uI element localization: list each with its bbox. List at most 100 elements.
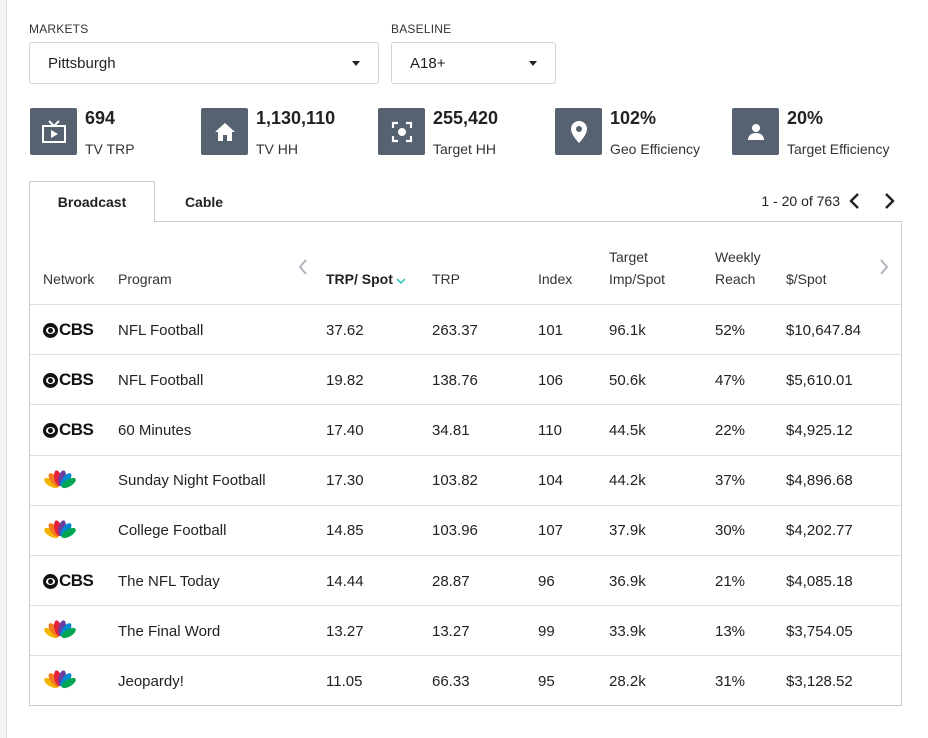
trp-spot-cell: 17.40 [326, 421, 364, 439]
nbc-peacock-logo [44, 520, 76, 538]
network-cell: CBS [43, 405, 94, 455]
column-header-cost-spot[interactable]: $/Spot [786, 268, 826, 290]
cost-spot-cell: $10,647.84 [786, 321, 862, 339]
trp-cell: 138.76 [432, 371, 478, 389]
weekly-reach-cell: 21% [715, 572, 746, 590]
target-imp-line2: Imp/Spot [609, 271, 666, 287]
trp-spot-label: TRP/ Spot [326, 271, 393, 287]
target-imp-cell: 96.1k [609, 321, 646, 339]
cost-spot-cell: $4,925.12 [786, 421, 853, 439]
location-pin-icon [555, 108, 602, 155]
program-cell: The NFL Today [118, 572, 220, 590]
markets-select-value: Pittsburgh [48, 54, 116, 72]
table-row[interactable]: Jeopardy! 11.05 66.33 95 28.2k 31% $3,128.52 [30, 655, 901, 705]
weekly-reach-cell: 52% [715, 321, 746, 339]
scroll-left-icon[interactable] [297, 258, 309, 281]
index-cell: 106 [538, 371, 564, 389]
stat-target-hh: 255,420 Target HH [378, 108, 498, 158]
program-cell: The Final Word [118, 622, 221, 640]
stat-tv-trp: 694 TV TRP [30, 108, 135, 158]
weekly-reach-cell: 47% [715, 371, 746, 389]
network-cell [43, 606, 77, 656]
baseline-select[interactable]: A18+ [391, 42, 556, 84]
network-name: CBS [59, 370, 94, 390]
cbs-logo: CBS [43, 571, 94, 591]
network-cell: CBS [43, 305, 94, 355]
caret-down-icon [529, 61, 537, 66]
trp-spot-cell: 37.62 [326, 321, 364, 339]
markets-select[interactable]: Pittsburgh [29, 42, 379, 84]
cost-spot-cell: $4,085.18 [786, 572, 853, 590]
stat-value: 20% [787, 108, 824, 128]
cbs-eye-icon [43, 372, 58, 388]
scroll-right-icon[interactable] [878, 258, 890, 281]
table-row[interactable]: CBS NFL Football 37.62 263.37 101 96.1k 52% $10… [30, 304, 901, 354]
column-header-index[interactable]: Index [538, 268, 572, 290]
target-imp-cell: 36.9k [609, 572, 646, 590]
markets-label: MARKETS [29, 22, 89, 36]
stat-tv-hh: 1,130,110 TV HH [201, 108, 335, 158]
column-header-trp[interactable]: TRP [432, 268, 460, 290]
target-imp-cell: 50.6k [609, 371, 646, 389]
cbs-logo: CBS [43, 370, 94, 390]
cbs-eye-icon [43, 422, 58, 438]
weekly-reach-cell: 31% [715, 672, 746, 690]
weekly-reach-cell: 22% [715, 421, 746, 439]
index-cell: 96 [538, 572, 555, 590]
column-header-target-imp[interactable]: Target Imp/Spot [609, 246, 665, 290]
nbc-peacock-logo [44, 620, 76, 639]
cbs-eye-icon [43, 573, 58, 589]
stat-label: Geo Efficiency [610, 141, 701, 157]
index-cell: 99 [538, 622, 555, 640]
caret-down-icon [352, 61, 360, 66]
network-cell [43, 506, 77, 556]
table-header: Network Program TRP/ Spot TRP Index Targ… [30, 222, 901, 304]
trp-spot-cell: 19.82 [326, 371, 364, 389]
stat-label: TV HH [256, 141, 298, 157]
trp-spot-cell: 14.85 [326, 522, 364, 540]
cost-spot-cell: $3,128.52 [786, 672, 853, 690]
table-row[interactable]: CBS NFL Football 19.82 138.76 106 50.6k 47% $5,… [30, 354, 901, 404]
cbs-logo: CBS [43, 320, 94, 340]
sort-descending-icon [396, 269, 406, 291]
column-header-program[interactable]: Program [118, 268, 172, 290]
target-imp-cell: 33.9k [609, 622, 646, 640]
stat-value: 694 [85, 108, 116, 128]
home-icon [201, 108, 248, 155]
weekly-reach-line1: Weekly [715, 249, 761, 265]
column-header-network[interactable]: Network [43, 268, 94, 290]
network-cell [43, 656, 77, 705]
weekly-reach-cell: 30% [715, 522, 746, 540]
table-row[interactable]: Sunday Night Football 17.30 103.82 104 44.2k… [30, 454, 901, 506]
stat-value: 255,420 [433, 108, 499, 128]
target-imp-cell: 37.9k [609, 522, 646, 540]
cost-spot-cell: $4,896.68 [786, 472, 853, 490]
target-icon [378, 108, 425, 155]
tab-broadcast[interactable]: Broadcast [29, 181, 155, 222]
weekly-reach-line2: Reach [715, 271, 756, 287]
program-cell: Jeopardy! [118, 672, 184, 690]
network-name: CBS [59, 420, 94, 440]
trp-cell: 28.87 [432, 572, 470, 590]
trp-cell: 13.27 [432, 622, 470, 640]
pagination-text: 1 - 20 of 763 [761, 193, 840, 209]
cost-spot-cell: $3,754.05 [786, 622, 853, 640]
network-name: CBS [59, 571, 94, 590]
tab-cable[interactable]: Cable [165, 181, 243, 222]
network-cell [43, 456, 77, 506]
column-header-weekly-reach[interactable]: Weekly Reach [715, 246, 761, 290]
index-cell: 104 [538, 472, 564, 490]
table-row[interactable]: CBS 60 Minutes 17.40 34.81 110 44.5k 22% $4,925… [30, 404, 901, 454]
table-row[interactable]: CBS The NFL Today 14.44 28.87 96 36.9k 21% $4,0… [30, 555, 901, 605]
network-name: CBS [59, 320, 94, 339]
trp-cell: 103.96 [432, 522, 478, 540]
stat-target-efficiency: 20% Target Efficiency [732, 108, 889, 158]
next-page-icon[interactable] [882, 192, 896, 215]
table-row[interactable]: The Final Word 13.27 13.27 99 33.9k 13% $3,754… [30, 605, 901, 655]
program-cell: NFL Football [118, 321, 204, 339]
column-header-trp-spot[interactable]: TRP/ Spot [326, 268, 406, 291]
previous-page-icon[interactable] [848, 192, 862, 215]
table-row[interactable]: College Football 14.85 103.96 107 37.9k 30% $4… [30, 504, 901, 556]
cost-spot-cell: $4,202.77 [786, 522, 853, 540]
target-imp-line1: Target [609, 249, 648, 265]
